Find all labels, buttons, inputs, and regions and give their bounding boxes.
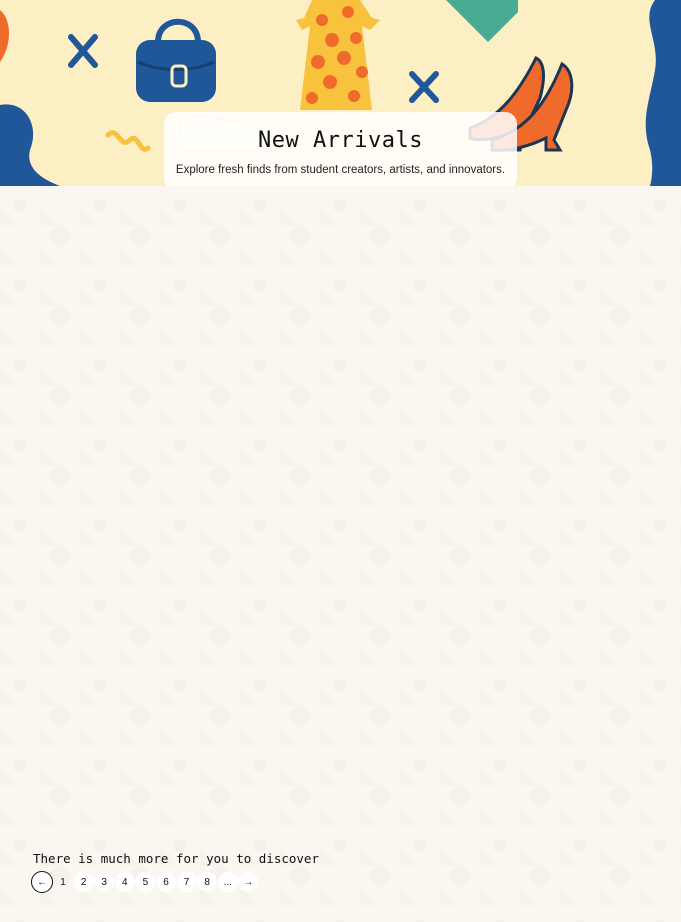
discover-more-text: There is much more for you to discover: [33, 851, 319, 866]
doodle-background: [0, 186, 681, 922]
arrow-left-icon: ←: [37, 876, 47, 888]
page-button-8[interactable]: 8: [197, 872, 218, 892]
pagination-ellipsis: ...: [217, 872, 238, 892]
page-button-6[interactable]: 6: [155, 872, 176, 892]
page-button-7[interactable]: 7: [176, 872, 197, 892]
dress-icon: [296, 0, 380, 110]
page-subtitle: Explore fresh finds from student creator…: [175, 164, 506, 176]
page-button-2[interactable]: 2: [73, 872, 94, 892]
page-button-5[interactable]: 5: [135, 872, 156, 892]
page-button-3[interactable]: 3: [94, 872, 115, 892]
blob-shape: [0, 104, 60, 186]
pagination: ← 1 2 3 4 5 6 7 8 ... →: [31, 870, 259, 894]
blob-shape: [0, 10, 9, 62]
page-title: New Arrivals: [258, 128, 423, 153]
squiggle-shape: [105, 130, 151, 152]
hero-title-card: New Arrivals Explore fresh finds from st…: [164, 112, 517, 186]
blob-shape: [645, 0, 681, 186]
page-button-1[interactable]: 1: [53, 872, 73, 892]
tag-shape: [446, 0, 518, 42]
cross-mark-icon: [68, 34, 98, 68]
page-button-4[interactable]: 4: [114, 872, 135, 892]
arrow-right-icon: →: [243, 876, 254, 888]
cross-mark-icon: [409, 71, 439, 103]
previous-page-button[interactable]: ←: [31, 871, 53, 893]
hero-banner: New Arrivals Explore fresh finds from st…: [0, 0, 681, 186]
handbag-icon: [136, 18, 216, 102]
next-page-button[interactable]: →: [238, 872, 259, 892]
